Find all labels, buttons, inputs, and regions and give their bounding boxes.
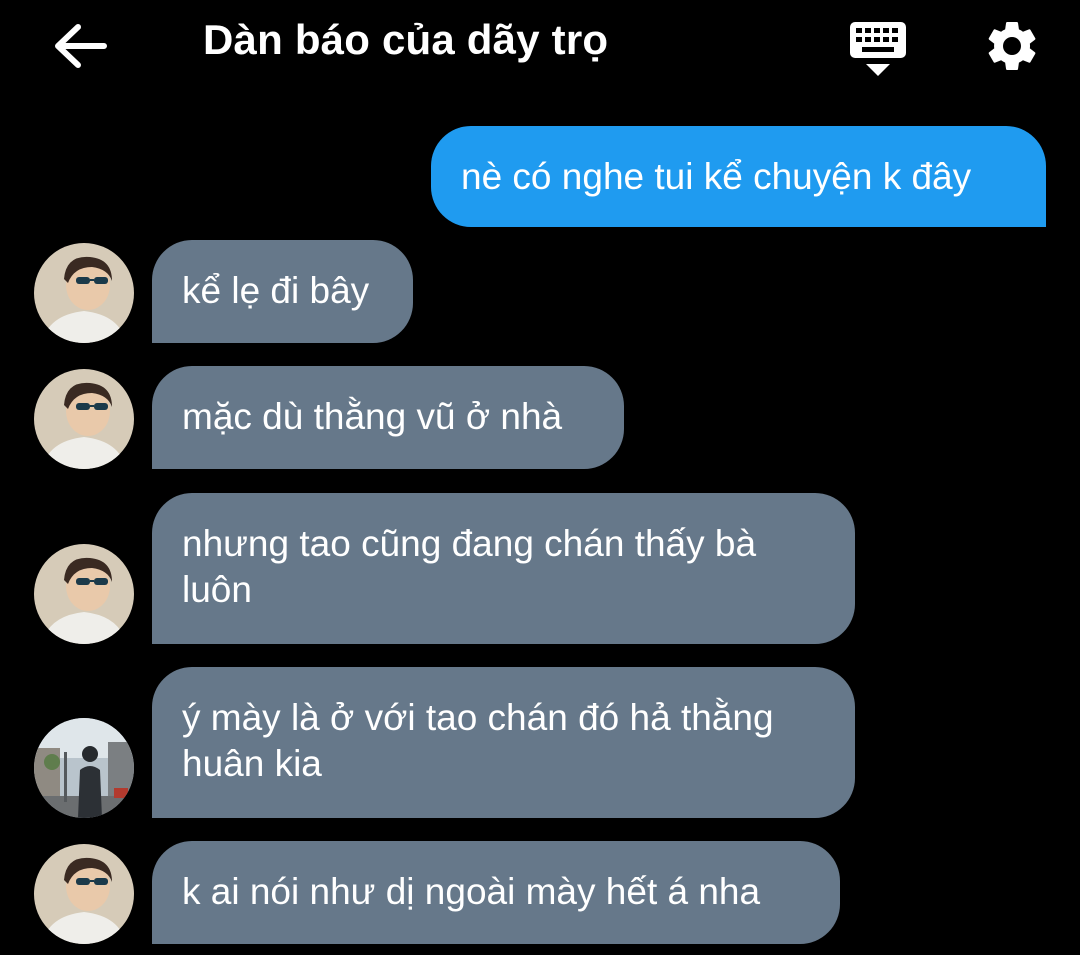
message-bubble-incoming[interactable]: ý mày là ở với tao chán đó hả thằng huân… (152, 667, 855, 818)
chat-header: Dàn báo của dãy trọ (0, 0, 1080, 95)
avatar-sunglasses-image (34, 369, 134, 469)
message-text-line: huân kia (182, 743, 322, 784)
message-text: k ai nói như dị ngoài mày hết á nha (182, 871, 761, 912)
message-bubble-incoming[interactable]: nhưng tao cũng đang chán thấy bà luôn (152, 493, 855, 644)
message-text: kể lẹ đi bây (182, 270, 370, 311)
avatar-sunglasses-image (34, 243, 134, 343)
avatar[interactable] (34, 369, 134, 469)
avatar-street-image (34, 718, 134, 818)
message-text-line: luôn (182, 569, 252, 610)
keyboard-button[interactable] (848, 20, 908, 80)
avatar-sunglasses-image (34, 544, 134, 644)
avatar[interactable] (34, 718, 134, 818)
keyboard-icon (850, 22, 906, 76)
message-bubble-outgoing[interactable]: nè có nghe tui kể chuyện k đây (431, 126, 1046, 227)
back-button[interactable] (50, 20, 108, 72)
settings-button[interactable] (982, 16, 1042, 76)
gear-icon (988, 21, 1036, 70)
avatar[interactable] (34, 243, 134, 343)
message-text-line: ý mày là ở với tao chán đó hả thằng (182, 697, 774, 738)
chat-screen: Dàn báo của dãy trọ nè có nghe tui kể ch… (0, 0, 1080, 955)
message-text: mặc dù thằng vũ ở nhà (182, 396, 563, 437)
avatar[interactable] (34, 544, 134, 644)
message-text-line: nhưng tao cũng đang chán thấy bà (182, 523, 757, 564)
message-bubble-incoming[interactable]: k ai nói như dị ngoài mày hết á nha (152, 841, 840, 944)
chat-title: Dàn báo của dãy trọ (203, 16, 609, 63)
message-text: nè có nghe tui kể chuyện k đây (461, 156, 972, 197)
message-bubble-incoming[interactable]: kể lẹ đi bây (152, 240, 413, 343)
message-bubble-incoming[interactable]: mặc dù thằng vũ ở nhà (152, 366, 624, 469)
avatar-sunglasses-image (34, 844, 134, 944)
avatar[interactable] (34, 844, 134, 944)
arrow-left-icon (55, 24, 107, 68)
